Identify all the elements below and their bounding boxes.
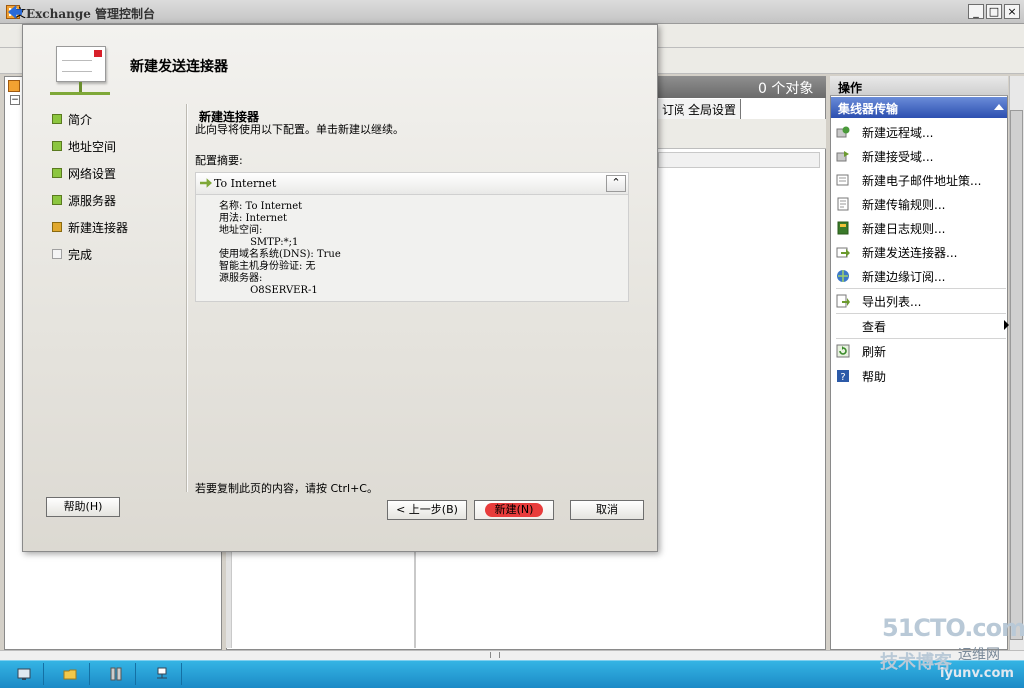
export-list-icon [836, 294, 850, 308]
column-header[interactable] [658, 152, 820, 168]
action-label: 帮助 [862, 370, 887, 384]
horizontal-scrollbar[interactable] [0, 650, 1024, 660]
scrollbar-grip[interactable] [490, 652, 500, 658]
step-complete-icon [52, 195, 62, 205]
step-label: 源服务器 [68, 194, 117, 208]
summary-connector-name: To Internet [214, 177, 277, 190]
action-label: 新建发送连接器... [862, 246, 958, 260]
action-new-journal-rule[interactable]: 新建日志规则... [836, 216, 1006, 240]
send-connector-icon [836, 247, 850, 258]
taskbar-explorer[interactable] [50, 663, 90, 685]
action-label: 新建日志规则... [862, 222, 946, 236]
action-new-remote-domain[interactable]: 新建远程域... [836, 120, 1006, 144]
actions-group-title: 集线器传输 [838, 102, 899, 116]
action-label: 新建电子邮件地址策... [862, 174, 982, 188]
scrollbar-thumb[interactable] [1010, 110, 1023, 640]
wizard-icon-base [50, 92, 110, 95]
summary-line-server-name: O8SERVER-1 [231, 285, 318, 296]
collapse-arrow-icon[interactable] [994, 104, 1004, 110]
summary-line-dns: 使用域名系统(DNS): True [219, 249, 341, 260]
accepted-domain-icon [836, 151, 849, 162]
taskbar-powershell[interactable] [96, 663, 136, 685]
transport-rule-icon [837, 197, 849, 211]
action-label: 查看 [862, 320, 887, 334]
server-stack-icon [110, 667, 122, 681]
edge-subscription-icon [837, 270, 849, 282]
server-manager-icon [17, 668, 31, 680]
minimize-button[interactable]: _ [968, 4, 984, 19]
step-label: 简介 [68, 113, 93, 127]
summary-line-source-server: 源服务器: [219, 273, 263, 284]
window-title: Exchange 管理控制台 [26, 7, 156, 21]
summary-line-smtp: SMTP:*;1 [231, 237, 299, 248]
new-button[interactable]: 新建(N) [474, 500, 554, 520]
cancel-button[interactable]: 取消 [570, 500, 644, 520]
summary-line-usage: 用法: Internet [219, 213, 288, 224]
object-count: 0 个对象 [758, 81, 814, 97]
watermark-brand: 51CTO.com [882, 614, 1024, 642]
wizard-divider [186, 104, 188, 492]
exchange-root-icon[interactable] [8, 80, 20, 92]
action-new-accepted-domain[interactable]: 新建接受域... [836, 144, 1006, 168]
summary-label: 配置摘要: [195, 154, 243, 167]
remote-domain-icon [836, 126, 850, 138]
step-label: 地址空间 [68, 140, 117, 154]
step-complete-icon [52, 141, 62, 151]
step-label: 网络设置 [68, 167, 117, 181]
step-complete-icon [52, 114, 62, 124]
action-label: 刷新 [862, 345, 887, 359]
step-label: 新建连接器 [68, 221, 129, 235]
help-icon: ? [837, 370, 849, 383]
action-label: 新建接受域... [862, 150, 934, 164]
close-button[interactable]: × [1004, 4, 1020, 19]
svg-text:?: ? [840, 372, 845, 383]
tree-expander[interactable]: − [10, 95, 20, 105]
wizard-title: 新建发送连接器 [130, 59, 228, 75]
taskbar-server-manager[interactable] [4, 663, 44, 685]
step-label: 完成 [68, 248, 93, 262]
copy-hint: 若要复制此页的内容，请按 Ctrl+C。 [195, 482, 378, 495]
maximize-button[interactable]: □ [986, 4, 1002, 19]
new-button-label: 新建(N) [484, 503, 544, 517]
collapse-summary-button[interactable]: ⌃ [606, 175, 626, 192]
watermark-ops: 运维网 [958, 647, 1000, 663]
action-help[interactable]: ? 帮助 [836, 364, 1006, 388]
action-new-edge-subscription[interactable]: 新建边缘订阅... [836, 264, 1006, 288]
action-new-transport-rule[interactable]: 新建传输规则... [836, 192, 1006, 216]
taskbar-exchange-console[interactable] [142, 663, 182, 685]
action-label: 新建远程域... [862, 126, 934, 140]
wizard-icon-lines [62, 60, 92, 72]
action-label: 导出列表... [862, 295, 922, 309]
action-label: 新建边缘订阅... [862, 270, 946, 284]
watermark-site: iyunv.com [940, 666, 1014, 681]
action-new-send-connector[interactable]: 新建发送连接器... [836, 240, 1006, 264]
step-pending-icon [52, 249, 62, 259]
network-icon [157, 667, 167, 679]
step-complete-icon [52, 168, 62, 178]
back-button[interactable]: < 上一步(B) [387, 500, 467, 520]
email-policy-icon [836, 174, 849, 186]
action-label: 新建传输规则... [862, 198, 946, 212]
wizard-icon-stem [79, 82, 82, 92]
journal-rule-icon [837, 221, 849, 235]
folder-icon [63, 669, 77, 680]
summary-line-address-space: 地址空间: [219, 225, 263, 236]
action-export-list[interactable]: 导出列表... [836, 289, 1006, 313]
tab-global-settings[interactable]: 全局设置 [684, 99, 742, 119]
action-new-email-address-policy[interactable]: 新建电子邮件地址策... [836, 168, 1006, 192]
summary-line-smarthost-auth: 智能主机身份验证: 无 [219, 261, 316, 272]
wizard-icon-flag [94, 50, 102, 57]
content-intro: 此向导将使用以下配置。单击新建以继续。 [195, 123, 404, 136]
summary-line-name: 名称: To Internet [219, 201, 303, 212]
action-refresh[interactable]: 刷新 [836, 339, 1006, 363]
help-button[interactable]: 帮助(H) [46, 497, 120, 517]
actions-title: 操作 [838, 81, 863, 95]
refresh-icon [836, 344, 850, 358]
step-current-icon [52, 222, 62, 232]
action-view[interactable]: 查看 [836, 314, 1006, 338]
